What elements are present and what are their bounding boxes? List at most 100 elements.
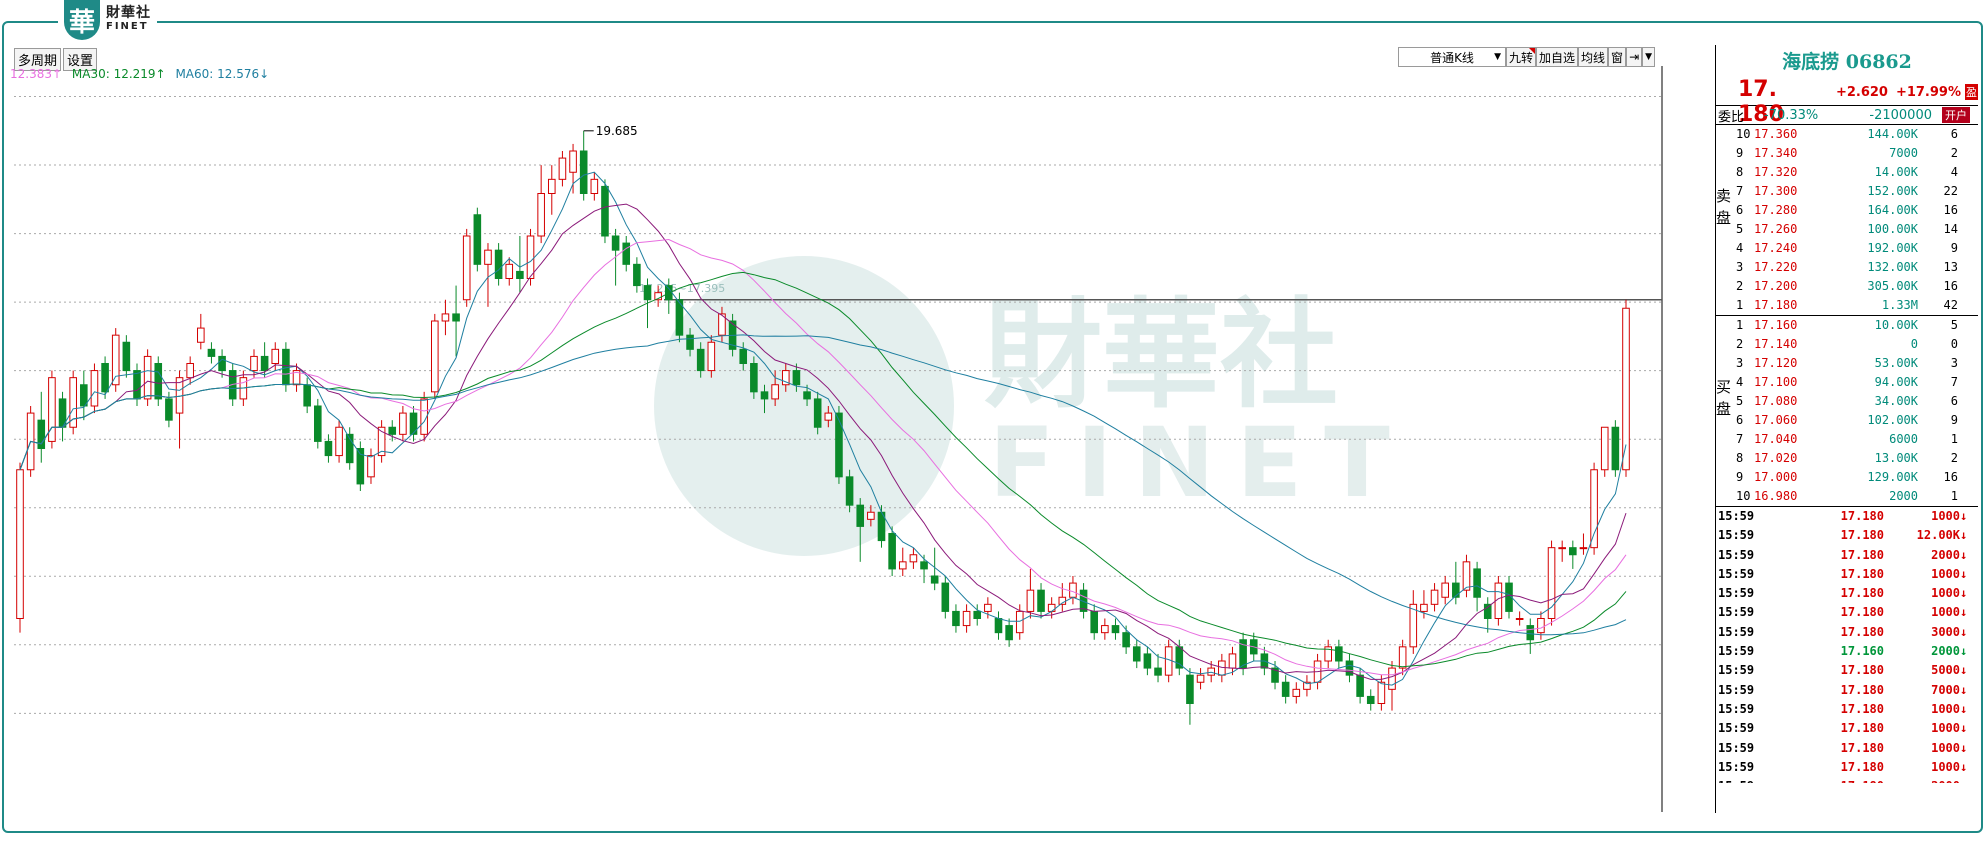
logo-en: FINET: [106, 21, 149, 32]
sell-price: 17.280: [1754, 203, 1798, 217]
buy-vol: 2000: [1889, 489, 1918, 503]
stock-title: 海底捞 06862: [1782, 51, 1912, 73]
candle-body: [643, 285, 652, 301]
sell-price: 17.180: [1754, 298, 1798, 312]
candle-body: [452, 313, 460, 322]
sell-n: 22: [1943, 184, 1958, 198]
sell-row[interactable]: 8 17.320 14.00K 4: [1716, 163, 1978, 182]
buy-vol: 94.00K: [1874, 375, 1918, 389]
candle-body: [803, 391, 811, 400]
candle-body: [867, 511, 875, 520]
trade-t: 15:59: [1718, 721, 1755, 736]
buy-row[interactable]: 4 17.100 94.00K 7: [1716, 373, 1978, 392]
candle-body: [1590, 469, 1598, 549]
trade-row: 15:59 17.180 1000 ↓: [1716, 700, 1978, 719]
logo-badge-icon: 華: [64, 0, 100, 40]
sell-row[interactable]: 2 17.200 305.00K 16: [1716, 277, 1978, 296]
candle-body: [1547, 547, 1556, 619]
candle-body: [537, 193, 545, 237]
candle-body: [271, 348, 280, 365]
trade-t: 15:59: [1716, 777, 1788, 783]
trade-row: 15:59 17.180 3000 ↓: [1716, 623, 1978, 642]
sell-row[interactable]: 1 17.180 1.33M 42: [1716, 296, 1978, 315]
sell-row[interactable]: 3 17.220 132.00K 13: [1716, 258, 1978, 277]
finet-logo: 華 財華社 FINET: [58, 0, 157, 40]
buy-row[interactable]: 9 17.000 129.00K 16: [1716, 468, 1978, 487]
trade-d: ↓: [1960, 701, 1968, 716]
candle-body: [1398, 646, 1407, 669]
buy-row[interactable]: 2 17.140 0 0: [1716, 335, 1978, 354]
candle-body: [1186, 674, 1194, 705]
trade-v: 1000: [1931, 509, 1960, 523]
ma-button[interactable]: 均线: [1578, 47, 1609, 67]
trade-row: 15:59 17.180 12.00K ↓: [1716, 526, 1978, 545]
candle-body: [1154, 667, 1162, 676]
buy-n: 9: [1950, 413, 1958, 427]
candle-body: [962, 610, 971, 627]
trade-ticks[interactable]: 15:59 17.180 1000 ↓ 15:59 17.180 12.00K ↓ 15:59 1…: [1716, 506, 1978, 783]
buy-price: 17.020: [1754, 451, 1798, 465]
trade-v: 2000: [1931, 644, 1960, 659]
buy-n: 7: [1950, 375, 1958, 389]
candle-body: [813, 398, 822, 428]
quote-panel: 海底捞 06862 17. 180 +2.620 +17.99% 盈 委比 -7…: [1715, 45, 1978, 813]
buy-row[interactable]: 8 17.020 13.00K 2: [1716, 449, 1978, 468]
trade-d: ↓: [1960, 759, 1968, 774]
buy-row[interactable]: 6 17.060 102.00K 9: [1716, 411, 1978, 430]
sell-vol: 164.00K: [1867, 203, 1918, 217]
candle-body: [1111, 625, 1120, 634]
candle-body: [90, 370, 99, 407]
trade-t: 15:59: [1718, 586, 1755, 601]
candle-body: [133, 370, 141, 400]
sell-n: 42: [1943, 298, 1958, 312]
trade-row: 15:59 17.180 1000 ↓: [1716, 719, 1978, 738]
candle-body: [1228, 653, 1237, 669]
nine-turn-button[interactable]: 九转: [1506, 47, 1537, 67]
sell-price: 17.360: [1754, 127, 1798, 141]
candle-body: [1335, 646, 1343, 662]
trade-row: 15:59 17.180 1000 ↓: [1716, 603, 1978, 622]
collapse-panel-icon[interactable]: ⇥: [1626, 47, 1643, 67]
candle-body: [1462, 561, 1471, 591]
watermark-logo-icon: [654, 256, 954, 556]
crosshair-label: 17.225~17.395: [639, 282, 725, 295]
buy-row[interactable]: 7 17.040 6000 1: [1716, 430, 1978, 449]
candle-body: [569, 150, 577, 173]
kline-type-select[interactable]: 普通K线 ▼: [1398, 47, 1506, 67]
ratio-volume: -2100000: [1869, 107, 1932, 123]
open-account-button[interactable]: 开户: [1942, 107, 1970, 123]
candle-body: [165, 398, 173, 421]
kline-chart[interactable]: 財華社FINET20.16919.20218.23417.26716.29915…: [14, 66, 1664, 812]
candle-body: [1026, 589, 1035, 612]
trade-row: 15:59 17.180 1000 ↓: [1716, 758, 1978, 777]
sell-row[interactable]: 4 17.240 192.00K 9: [1716, 239, 1978, 258]
candle-body: [1537, 618, 1545, 634]
sell-vol: 100.00K: [1867, 222, 1918, 236]
buy-row[interactable]: 5 17.080 34.00K 6: [1716, 392, 1978, 411]
buy-price: 16.980: [1754, 489, 1798, 503]
sell-row[interactable]: 10 17.360 144.00K 6: [1716, 125, 1978, 144]
buy-row[interactable]: 10 16.980 2000 1: [1716, 487, 1978, 506]
sell-row[interactable]: 5 17.260 100.00K 14: [1716, 220, 1978, 239]
trade-d: ↓: [1960, 566, 1968, 581]
candle-body: [1101, 625, 1109, 634]
sell-vol: 14.00K: [1874, 165, 1918, 179]
trade-t: 15:59: [1718, 759, 1755, 774]
sell-price: 17.300: [1754, 184, 1798, 198]
status-badge: 盈: [1965, 84, 1978, 100]
sell-row[interactable]: 9 17.340 7000 2: [1716, 144, 1978, 163]
more-dropdown-icon[interactable]: ▼: [1642, 47, 1656, 67]
buy-row[interactable]: 1 17.160 10.00K 5: [1716, 316, 1978, 335]
window-button[interactable]: 窗: [1608, 47, 1627, 67]
sell-n: 13: [1943, 260, 1958, 274]
candle-body: [260, 355, 269, 372]
trade-d: ↓: [1960, 644, 1968, 659]
buy-row[interactable]: 3 17.120 53.00K 3: [1716, 354, 1978, 373]
sell-row[interactable]: 7 17.300 152.00K 22: [1716, 182, 1978, 201]
buy-price: 17.080: [1754, 394, 1798, 408]
add-watchlist-button[interactable]: 加自选: [1536, 47, 1579, 67]
candle-body: [845, 476, 854, 506]
trade-row: 15:59 17.180 1000 ↓: [1716, 739, 1978, 758]
sell-row[interactable]: 6 17.280 164.00K 16: [1716, 201, 1978, 220]
candle-body: [1037, 589, 1045, 612]
